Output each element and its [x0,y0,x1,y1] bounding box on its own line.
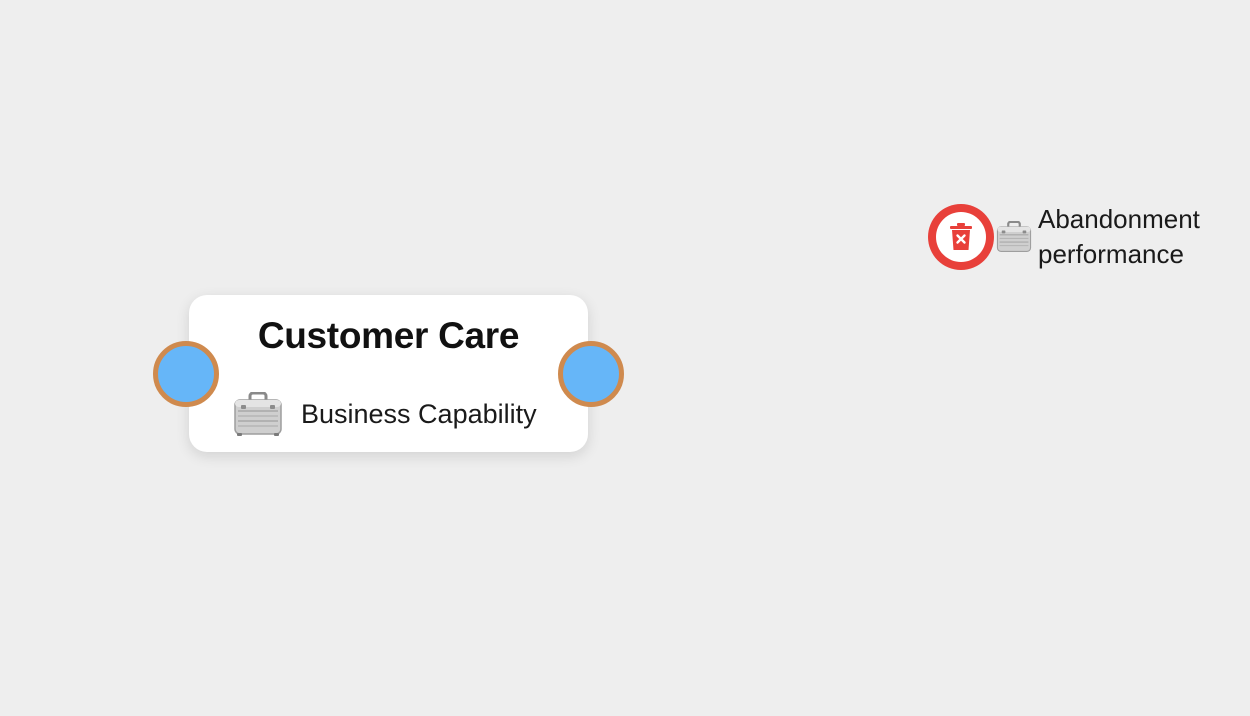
node-title: Customer Care [257,315,520,356]
floating-label-line1: Abandonment [1038,204,1200,234]
node-type-row: Business Capability [233,391,537,437]
floating-label-line2: performance [1038,239,1184,269]
floating-element-label: Abandonment performance [1038,202,1238,272]
connection-port-left[interactable] [153,341,219,407]
node-type-label: Business Capability [301,398,537,429]
briefcase-icon [996,221,1032,252]
briefcase-icon [234,392,282,436]
trash-icon [950,223,972,250]
delete-button[interactable] [928,204,994,270]
diagram-canvas[interactable]: Customer Care Business Capability Abando… [0,0,1250,716]
node-customer-care[interactable]: Customer Care Business Capability [189,295,588,452]
floating-element-abandonment-performance[interactable]: Abandonment performance [928,202,1238,272]
connection-port-right[interactable] [558,341,624,407]
